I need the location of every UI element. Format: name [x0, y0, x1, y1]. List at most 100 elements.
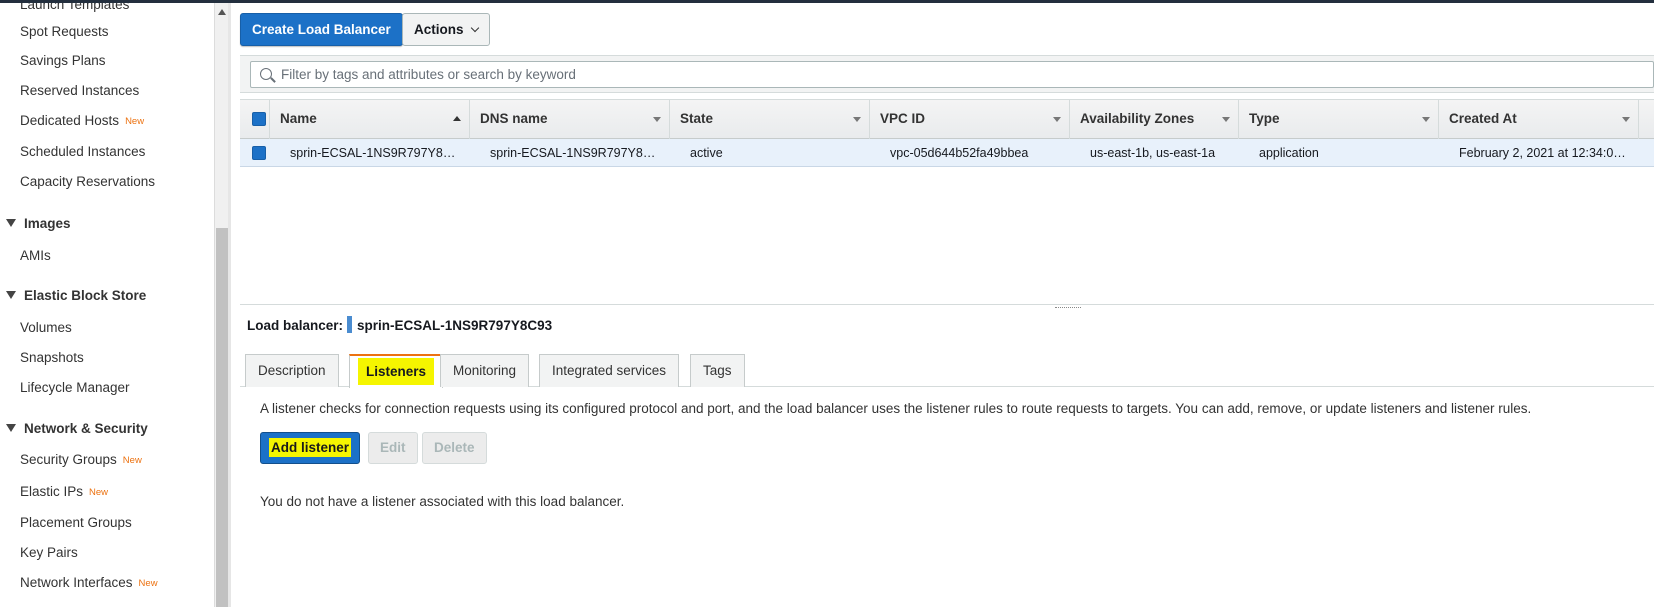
column-header-name[interactable]: Name — [270, 100, 470, 140]
chevron-down-icon — [470, 23, 479, 33]
new-badge: New — [89, 487, 109, 498]
sidebar-item-label: Security Groups — [20, 452, 117, 467]
sidebar-item-label: Launch Templates — [20, 3, 130, 12]
actions-dropdown-button[interactable]: Actions — [402, 13, 490, 46]
sidebar-item-label: AMIs — [20, 248, 51, 263]
cell-name: sprin-ECSAL-1NS9R797Y8… — [290, 146, 456, 160]
sidebar-item-lifecycle-manager[interactable]: Lifecycle Manager — [20, 380, 130, 395]
sidebar-item-label: Capacity Reservations — [20, 174, 156, 189]
sidebar-item-label: Placement Groups — [20, 515, 132, 530]
column-label: Type — [1249, 111, 1280, 126]
sort-icon — [653, 117, 661, 122]
table-row[interactable]: sprin-ECSAL-1NS9R797Y8… sprin-ECSAL-1NS9… — [240, 139, 1654, 167]
cell-type: application — [1259, 146, 1319, 160]
sidebar-item-label: Scheduled Instances — [20, 144, 146, 159]
tab-integrated-services[interactable]: Integrated services — [539, 354, 680, 387]
column-label: Availability Zones — [1080, 111, 1195, 126]
cell-state: active — [690, 146, 723, 160]
sidebar-section-network-security[interactable]: Network & Security — [6, 421, 148, 436]
cell-availability-zones: us-east-1b, us-east-1a — [1090, 146, 1216, 160]
sidebar-item-launch-templates[interactable]: Launch Templates — [20, 3, 129, 12]
sidebar-item-security-groups[interactable]: Security Groups New — [20, 452, 142, 467]
triangle-down-icon — [6, 219, 16, 227]
section-label: Elastic Block Store — [24, 288, 147, 303]
column-header-vpc-id[interactable]: VPC ID — [870, 100, 1070, 140]
sidebar-item-key-pairs[interactable]: Key Pairs — [20, 545, 78, 560]
sidebar-item-label: Volumes — [20, 320, 72, 335]
lb-label: Load balancer: — [247, 318, 344, 333]
sort-icon — [1053, 117, 1061, 122]
sort-icon — [1222, 117, 1230, 122]
sidebar-item-dedicated-hosts[interactable]: Dedicated Hosts New — [20, 113, 144, 128]
tab-description[interactable]: Description — [245, 354, 339, 387]
sidebar-item-placement-groups[interactable]: Placement Groups — [20, 515, 132, 530]
sidebar-scrollbar[interactable] — [214, 3, 228, 607]
sidebar-item-label: Dedicated Hosts — [20, 113, 120, 128]
sidebar-item-label: Elastic IPs — [20, 484, 84, 499]
sort-icon — [853, 117, 861, 122]
empty-state-message: You do not have a listener associated wi… — [260, 494, 625, 509]
column-header-created-at[interactable]: Created At — [1439, 100, 1639, 140]
sidebar-item-savings-plans[interactable]: Savings Plans — [20, 53, 106, 68]
lb-name: sprin-ECSAL-1NS9R797Y8C93 — [357, 318, 553, 333]
column-header-state[interactable]: State — [670, 100, 870, 140]
sidebar-item-scheduled-instances[interactable]: Scheduled Instances — [20, 144, 145, 159]
sidebar-item-label: Savings Plans — [20, 53, 106, 68]
delete-button[interactable]: Delete — [422, 432, 487, 464]
sidebar-item-spot-requests[interactable]: Spot Requests — [20, 24, 109, 39]
sidebar-section-ebs[interactable]: Elastic Block Store — [6, 288, 146, 303]
sidebar-nav: Launch Templates Spot Requests Savings P… — [0, 3, 214, 607]
column-label: State — [680, 111, 714, 126]
new-badge: New — [122, 455, 142, 466]
triangle-down-icon — [6, 424, 16, 432]
sidebar-item-reserved-instances[interactable]: Reserved Instances — [20, 83, 139, 98]
section-label: Images — [24, 216, 71, 231]
details-title: Load balancer: sprin-ECSAL-1NS9R797Y8C93 — [247, 316, 552, 333]
panel-resize-handle[interactable] — [240, 304, 1654, 310]
column-label: DNS name — [480, 111, 548, 126]
actions-label: Actions — [414, 22, 464, 37]
search-input[interactable]: Filter by tags and attributes or search … — [250, 61, 1654, 88]
sidebar-item-label: Reserved Instances — [20, 83, 140, 98]
sort-icon — [1422, 117, 1430, 122]
row-checkbox[interactable] — [252, 146, 266, 160]
listeners-description: A listener checks for connection request… — [260, 401, 1532, 416]
sidebar-item-label: Spot Requests — [20, 24, 109, 39]
search-placeholder: Filter by tags and attributes or search … — [281, 67, 576, 82]
column-label: Created At — [1449, 111, 1517, 126]
new-badge: New — [125, 116, 145, 127]
sidebar-item-label: Snapshots — [20, 350, 84, 365]
sidebar-item-capacity-reservations[interactable]: Capacity Reservations — [20, 174, 155, 189]
column-header-type[interactable]: Type — [1239, 100, 1439, 140]
select-all-cell — [240, 100, 270, 140]
sidebar-item-amis[interactable]: AMIs — [20, 248, 51, 263]
sidebar-item-elastic-ips[interactable]: Elastic IPs New — [20, 484, 108, 499]
sidebar-item-volumes[interactable]: Volumes — [20, 320, 72, 335]
panel-divider — [228, 3, 231, 607]
column-label: Name — [280, 111, 317, 126]
select-all-checkbox[interactable] — [252, 112, 266, 126]
add-listener-button[interactable]: Add listener — [260, 432, 361, 464]
column-header-availability-zones[interactable]: Availability Zones — [1070, 100, 1239, 140]
add-listener-label: Add listener — [271, 440, 350, 455]
sidebar-item-network-interfaces[interactable]: Network Interfaces New — [20, 575, 158, 590]
sidebar-item-label: Key Pairs — [20, 545, 78, 560]
filter-bar: Filter by tags and attributes or search … — [240, 55, 1654, 93]
sidebar-section-images[interactable]: Images — [6, 216, 71, 231]
scroll-up-arrow-icon[interactable] — [218, 9, 226, 15]
sidebar-item-snapshots[interactable]: Snapshots — [20, 350, 84, 365]
drag-grip-icon — [1055, 307, 1081, 310]
tab-listeners[interactable]: Listeners — [349, 354, 444, 388]
edit-button[interactable]: Edit — [368, 432, 418, 464]
search-icon — [260, 68, 272, 80]
triangle-down-icon — [6, 291, 16, 299]
tab-monitoring[interactable]: Monitoring — [440, 354, 530, 387]
column-label: VPC ID — [880, 111, 926, 126]
scrollbar-thumb[interactable] — [216, 228, 228, 607]
column-header-dns[interactable]: DNS name — [470, 100, 670, 140]
cell-vpc-id: vpc-05d644b52fa49bbea — [890, 146, 1029, 160]
sort-icon — [1622, 117, 1630, 122]
tab-tags[interactable]: Tags — [690, 354, 745, 387]
create-load-balancer-button[interactable]: Create Load Balancer — [240, 13, 403, 46]
cell-created-at: February 2, 2021 at 12:34:0… — [1459, 146, 1626, 160]
